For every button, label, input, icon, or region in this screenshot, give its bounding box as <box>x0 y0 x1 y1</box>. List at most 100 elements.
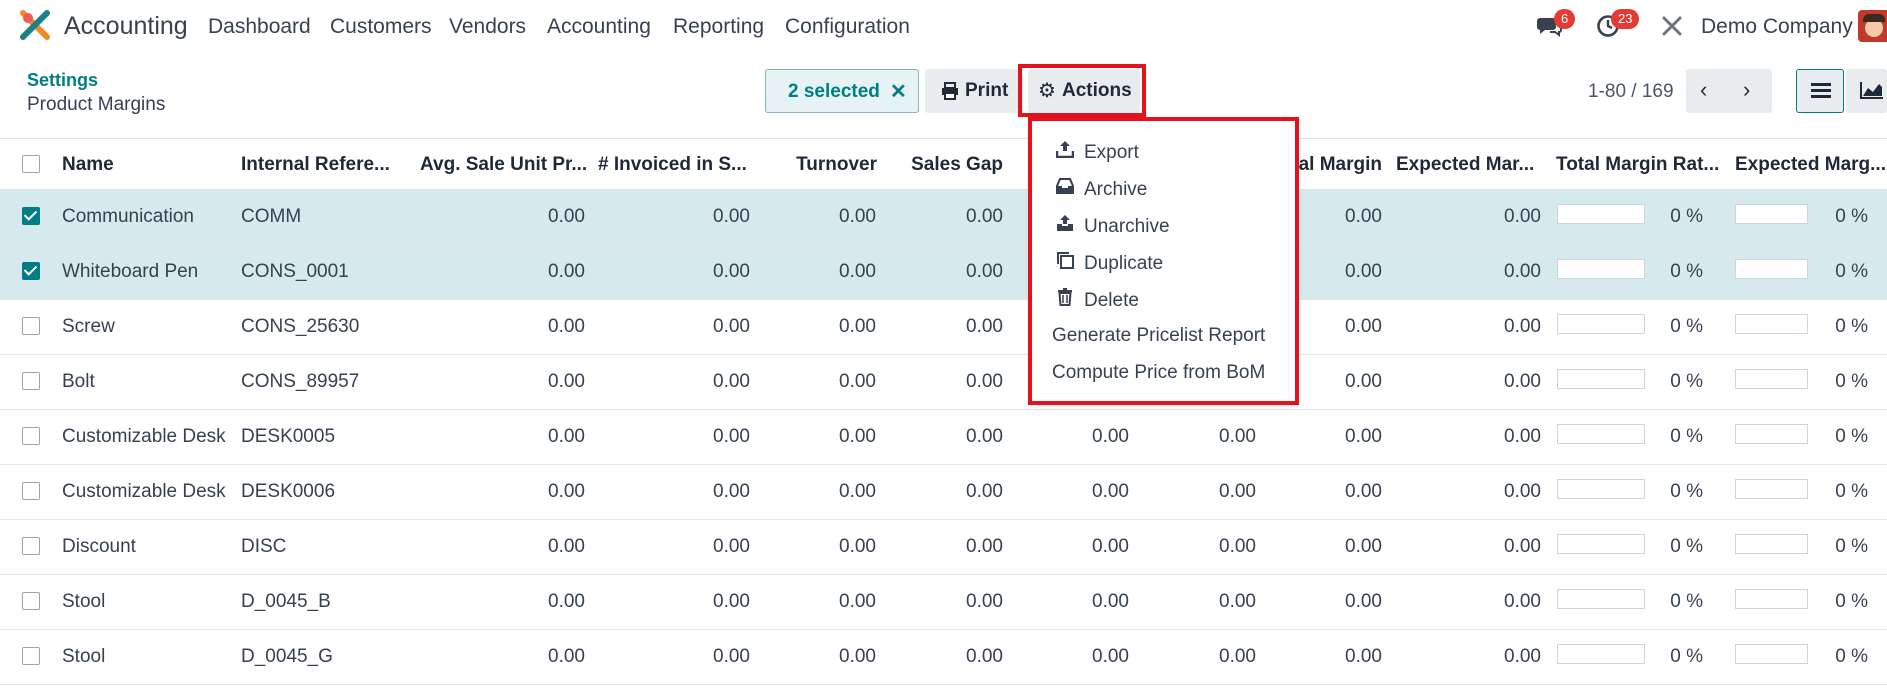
list-view-button[interactable] <box>1796 69 1844 113</box>
cell-value: 0.00 <box>1504 646 1541 667</box>
accounting-app-icon[interactable] <box>20 10 50 40</box>
list-icon <box>1811 83 1831 98</box>
cell-value: 0.00 <box>966 371 1003 392</box>
cell-value: 0.00 <box>1092 646 1129 667</box>
cell-value: 0.00 <box>839 371 876 392</box>
cell-expected-rate: 0 % <box>1835 261 1868 282</box>
company-switcher[interactable]: Demo Company <box>1701 15 1853 39</box>
expected-rate-progress-bar <box>1735 314 1808 334</box>
row-checkbox[interactable] <box>22 592 40 610</box>
table-row[interactable]: Whiteboard Pen CONS_0001 0.00 0.00 0.00 0.00 0… <box>0 245 1887 300</box>
table-row[interactable]: Communication COMM 0.00 0.00 0.00 0.00 0.00 0.0… <box>0 190 1887 245</box>
tools-icon[interactable] <box>1660 14 1684 38</box>
row-checkbox[interactable] <box>22 537 40 555</box>
cell-value: 0.00 <box>1219 536 1256 557</box>
menu-reporting[interactable]: Reporting <box>673 15 764 39</box>
cell-value: 0.00 <box>1219 426 1256 447</box>
menu-accounting[interactable]: Accounting <box>547 15 651 39</box>
cell-value: 0.00 <box>1504 371 1541 392</box>
menu-configuration[interactable]: Configuration <box>785 15 910 39</box>
expected-rate-progress-bar <box>1735 369 1808 389</box>
row-checkbox[interactable] <box>22 647 40 665</box>
printer-icon <box>942 82 958 100</box>
row-checkbox[interactable] <box>22 482 40 500</box>
cell-value: 0.00 <box>1345 646 1382 667</box>
cell-value: 0.00 <box>839 536 876 557</box>
margin-rate-progress-bar <box>1557 314 1645 334</box>
row-checkbox[interactable] <box>22 427 40 445</box>
cell-value: 0.00 <box>548 316 585 337</box>
cell-value: 0.00 <box>839 316 876 337</box>
chevron-left-icon[interactable]: ‹ <box>1700 77 1707 103</box>
table-row[interactable]: Customizable Desk DESK0006 0.00 0.00 0.00 0.0… <box>0 465 1887 520</box>
chevron-right-icon[interactable]: › <box>1743 77 1750 103</box>
user-avatar[interactable] <box>1858 10 1887 42</box>
cell-value: 0.00 <box>1345 536 1382 557</box>
menu-dashboard[interactable]: Dashboard <box>208 15 311 39</box>
table-row[interactable]: Bolt CONS_89957 0.00 0.00 0.00 0.00 0.00 0.00 0 … <box>0 355 1887 410</box>
actions-highlight <box>1018 64 1146 117</box>
column-header-avg-price[interactable]: Avg. Sale Unit Pr... <box>420 154 587 176</box>
cell-value: 0.00 <box>548 261 585 282</box>
cell-reference: CONS_0001 <box>241 261 349 282</box>
column-header-total-margin[interactable]: al Margin <box>1299 154 1382 176</box>
app-name[interactable]: Accounting <box>64 12 188 41</box>
cell-expected-rate: 0 % <box>1835 206 1868 227</box>
column-header-reference[interactable]: Internal Refere... <box>241 154 390 176</box>
table-row[interactable]: Discount DISC 0.00 0.00 0.00 0.00 0.00 0.00 0.00… <box>0 520 1887 575</box>
cell-value: 0.00 <box>839 591 876 612</box>
column-header-total-margin-rate[interactable]: Total Margin Rat... <box>1556 154 1719 176</box>
table-row[interactable]: Screw CONS_25630 0.00 0.00 0.00 0.00 0.00 0.00 0… <box>0 300 1887 355</box>
cell-value: 0.00 <box>1219 591 1256 612</box>
clear-selection-icon[interactable]: ✕ <box>890 79 907 104</box>
cell-expected-rate: 0 % <box>1835 481 1868 502</box>
cell-value: 0.00 <box>839 206 876 227</box>
cell-name: Stool <box>62 646 106 667</box>
pager-value[interactable]: 1-80 / 169 <box>1588 81 1674 103</box>
cell-value: 0.00 <box>839 481 876 502</box>
column-header-sales-gap[interactable]: Sales Gap <box>911 154 1003 176</box>
table-row[interactable]: Stool D_0045_B 0.00 0.00 0.00 0.00 0.00 0.00 0.0… <box>0 575 1887 630</box>
column-header-turnover[interactable]: Turnover <box>796 154 877 176</box>
cell-value: 0.00 <box>839 261 876 282</box>
expected-rate-progress-bar <box>1735 479 1808 499</box>
cell-expected-rate: 0 % <box>1835 316 1868 337</box>
margin-rate-progress-bar <box>1557 204 1645 224</box>
print-button[interactable]: Print <box>925 69 1023 113</box>
row-checkbox[interactable] <box>22 372 40 390</box>
cell-margin-rate: 0 % <box>1670 206 1703 227</box>
cell-value: 0.00 <box>1219 481 1256 502</box>
cell-value: 0.00 <box>713 591 750 612</box>
table-row[interactable]: Stool D_0045_G 0.00 0.00 0.00 0.00 0.00 0.00 0.0… <box>0 630 1887 685</box>
cell-value: 0.00 <box>713 426 750 447</box>
menu-vendors[interactable]: Vendors <box>449 15 526 39</box>
margin-rate-progress-bar <box>1557 479 1645 499</box>
cell-value: 0.00 <box>1504 591 1541 612</box>
cell-value: 0.00 <box>839 646 876 667</box>
column-header-expected-margin[interactable]: Expected Mar... <box>1396 154 1534 176</box>
cell-expected-rate: 0 % <box>1835 591 1868 612</box>
messages-badge: 6 <box>1554 9 1576 29</box>
cell-reference: DISC <box>241 536 287 557</box>
column-header-name[interactable]: Name <box>62 154 114 176</box>
cell-name: Discount <box>62 536 136 557</box>
cell-name: Customizable Desk <box>62 481 226 502</box>
margin-rate-progress-bar <box>1557 644 1645 664</box>
row-checkbox[interactable] <box>22 207 40 225</box>
column-header-expected-margin-rate[interactable]: Expected Marg... <box>1735 154 1886 176</box>
cell-reference: CONS_25630 <box>241 316 360 337</box>
cell-value: 0.00 <box>1504 481 1541 502</box>
menu-customers[interactable]: Customers <box>330 15 432 39</box>
graph-view-button[interactable] <box>1846 69 1887 113</box>
row-checkbox[interactable] <box>22 317 40 335</box>
select-all-checkbox[interactable] <box>22 155 40 173</box>
breadcrumb-settings[interactable]: Settings <box>27 70 98 91</box>
column-header-invoiced[interactable]: # Invoiced in S... <box>598 154 747 176</box>
row-checkbox[interactable] <box>22 262 40 280</box>
cell-value: 0.00 <box>713 646 750 667</box>
cell-value: 0.00 <box>713 371 750 392</box>
area-chart-icon <box>1860 82 1883 99</box>
table-row[interactable]: Customizable Desk DESK0005 0.00 0.00 0.00 0.0… <box>0 410 1887 465</box>
margin-rate-progress-bar <box>1557 424 1645 444</box>
cell-name: Communication <box>62 206 194 227</box>
